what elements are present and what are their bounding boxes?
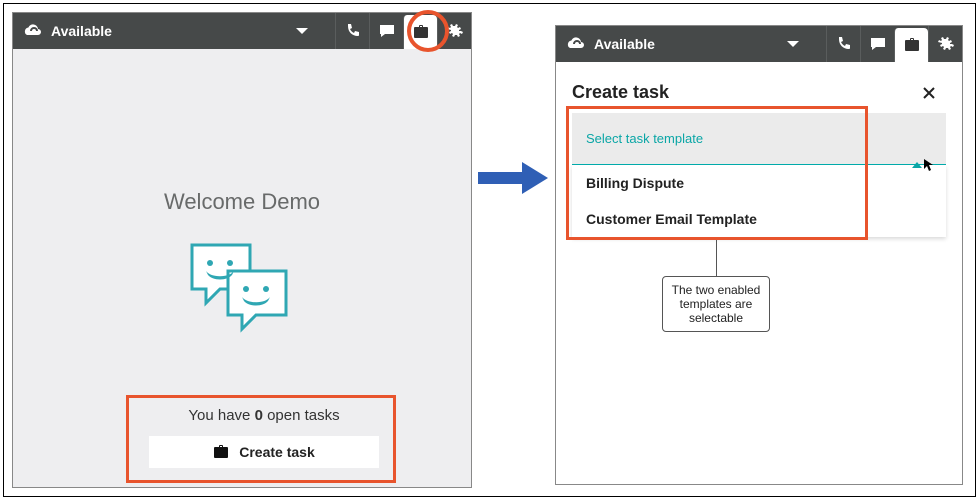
chat-icon (870, 36, 886, 52)
phone-tab[interactable] (335, 13, 369, 49)
open-tasks-prefix: You have (188, 407, 254, 424)
ccp-header-right: Available (556, 26, 962, 62)
cloud-phone-icon (23, 23, 43, 39)
chevron-down-icon (786, 39, 800, 49)
create-task-header-row: Create task (572, 82, 946, 103)
arrow-right-icon (478, 160, 548, 196)
create-task-label: Create task (239, 444, 315, 460)
flow-arrow (478, 160, 548, 196)
task-tab[interactable] (894, 28, 928, 62)
ccp-panel-home: Available Welcome Demo (12, 12, 472, 488)
open-tasks-suffix: open tasks (263, 407, 340, 424)
chevron-down-icon (295, 26, 309, 36)
create-task-title: Create task (572, 82, 669, 103)
chat-tab[interactable] (860, 26, 894, 62)
task-tab[interactable] (403, 15, 437, 49)
dropdown-list: Billing Dispute Customer Email Template (572, 165, 946, 237)
gear-icon (938, 36, 954, 52)
status-chevron[interactable] (786, 39, 826, 49)
callout-line3: selectable (671, 311, 761, 325)
callout-line1: The two enabled (671, 283, 761, 297)
dropdown-trigger[interactable]: Select task template (572, 113, 946, 165)
mouse-cursor-icon (924, 159, 934, 174)
chat-tab[interactable] (369, 13, 403, 49)
gear-icon (447, 23, 463, 39)
cloud-phone-icon (566, 36, 586, 52)
welcome-heading: Welcome Demo (13, 189, 471, 215)
create-task-body: Create task Select task template Billing… (556, 62, 962, 249)
settings-tab[interactable] (437, 13, 471, 49)
header-icon-group (826, 26, 962, 62)
status-label: Available (594, 36, 655, 52)
phone-icon (345, 23, 361, 39)
callout-line2: templates are (671, 297, 761, 311)
briefcase-icon (213, 444, 229, 460)
dropdown-option[interactable]: Billing Dispute (572, 165, 946, 201)
open-tasks-count: 0 (255, 407, 263, 424)
briefcase-icon (904, 37, 920, 53)
agent-status-selector[interactable]: Available (556, 36, 655, 52)
close-button[interactable] (922, 86, 946, 100)
phone-icon (836, 36, 852, 52)
task-template-dropdown[interactable]: Select task template Billing Dispute Cus… (572, 113, 946, 237)
dropdown-placeholder: Select task template (586, 131, 703, 146)
callout-text: The two enabled templates are selectable (662, 276, 770, 332)
chat-illustration (13, 239, 471, 339)
chat-icon (379, 23, 395, 39)
caret-up-icon (912, 155, 922, 173)
status-chevron[interactable] (295, 26, 335, 36)
callout-connector (716, 240, 717, 276)
agent-status-selector[interactable]: Available (13, 23, 112, 39)
open-tasks-text: You have 0 open tasks (131, 407, 397, 424)
create-task-button[interactable]: Create task (149, 436, 379, 468)
open-tasks-region: You have 0 open tasks Create task (131, 397, 397, 481)
phone-tab[interactable] (826, 26, 860, 62)
dropdown-option[interactable]: Customer Email Template (572, 201, 946, 237)
header-icon-group (335, 13, 471, 49)
settings-tab[interactable] (928, 26, 962, 62)
chat-bubbles-icon (182, 239, 302, 339)
close-icon (922, 86, 936, 100)
ccp-header-left: Available (13, 13, 471, 49)
briefcase-icon (413, 24, 429, 40)
ccp-panel-create-task: Available Create task (555, 25, 963, 485)
status-label: Available (51, 23, 112, 39)
